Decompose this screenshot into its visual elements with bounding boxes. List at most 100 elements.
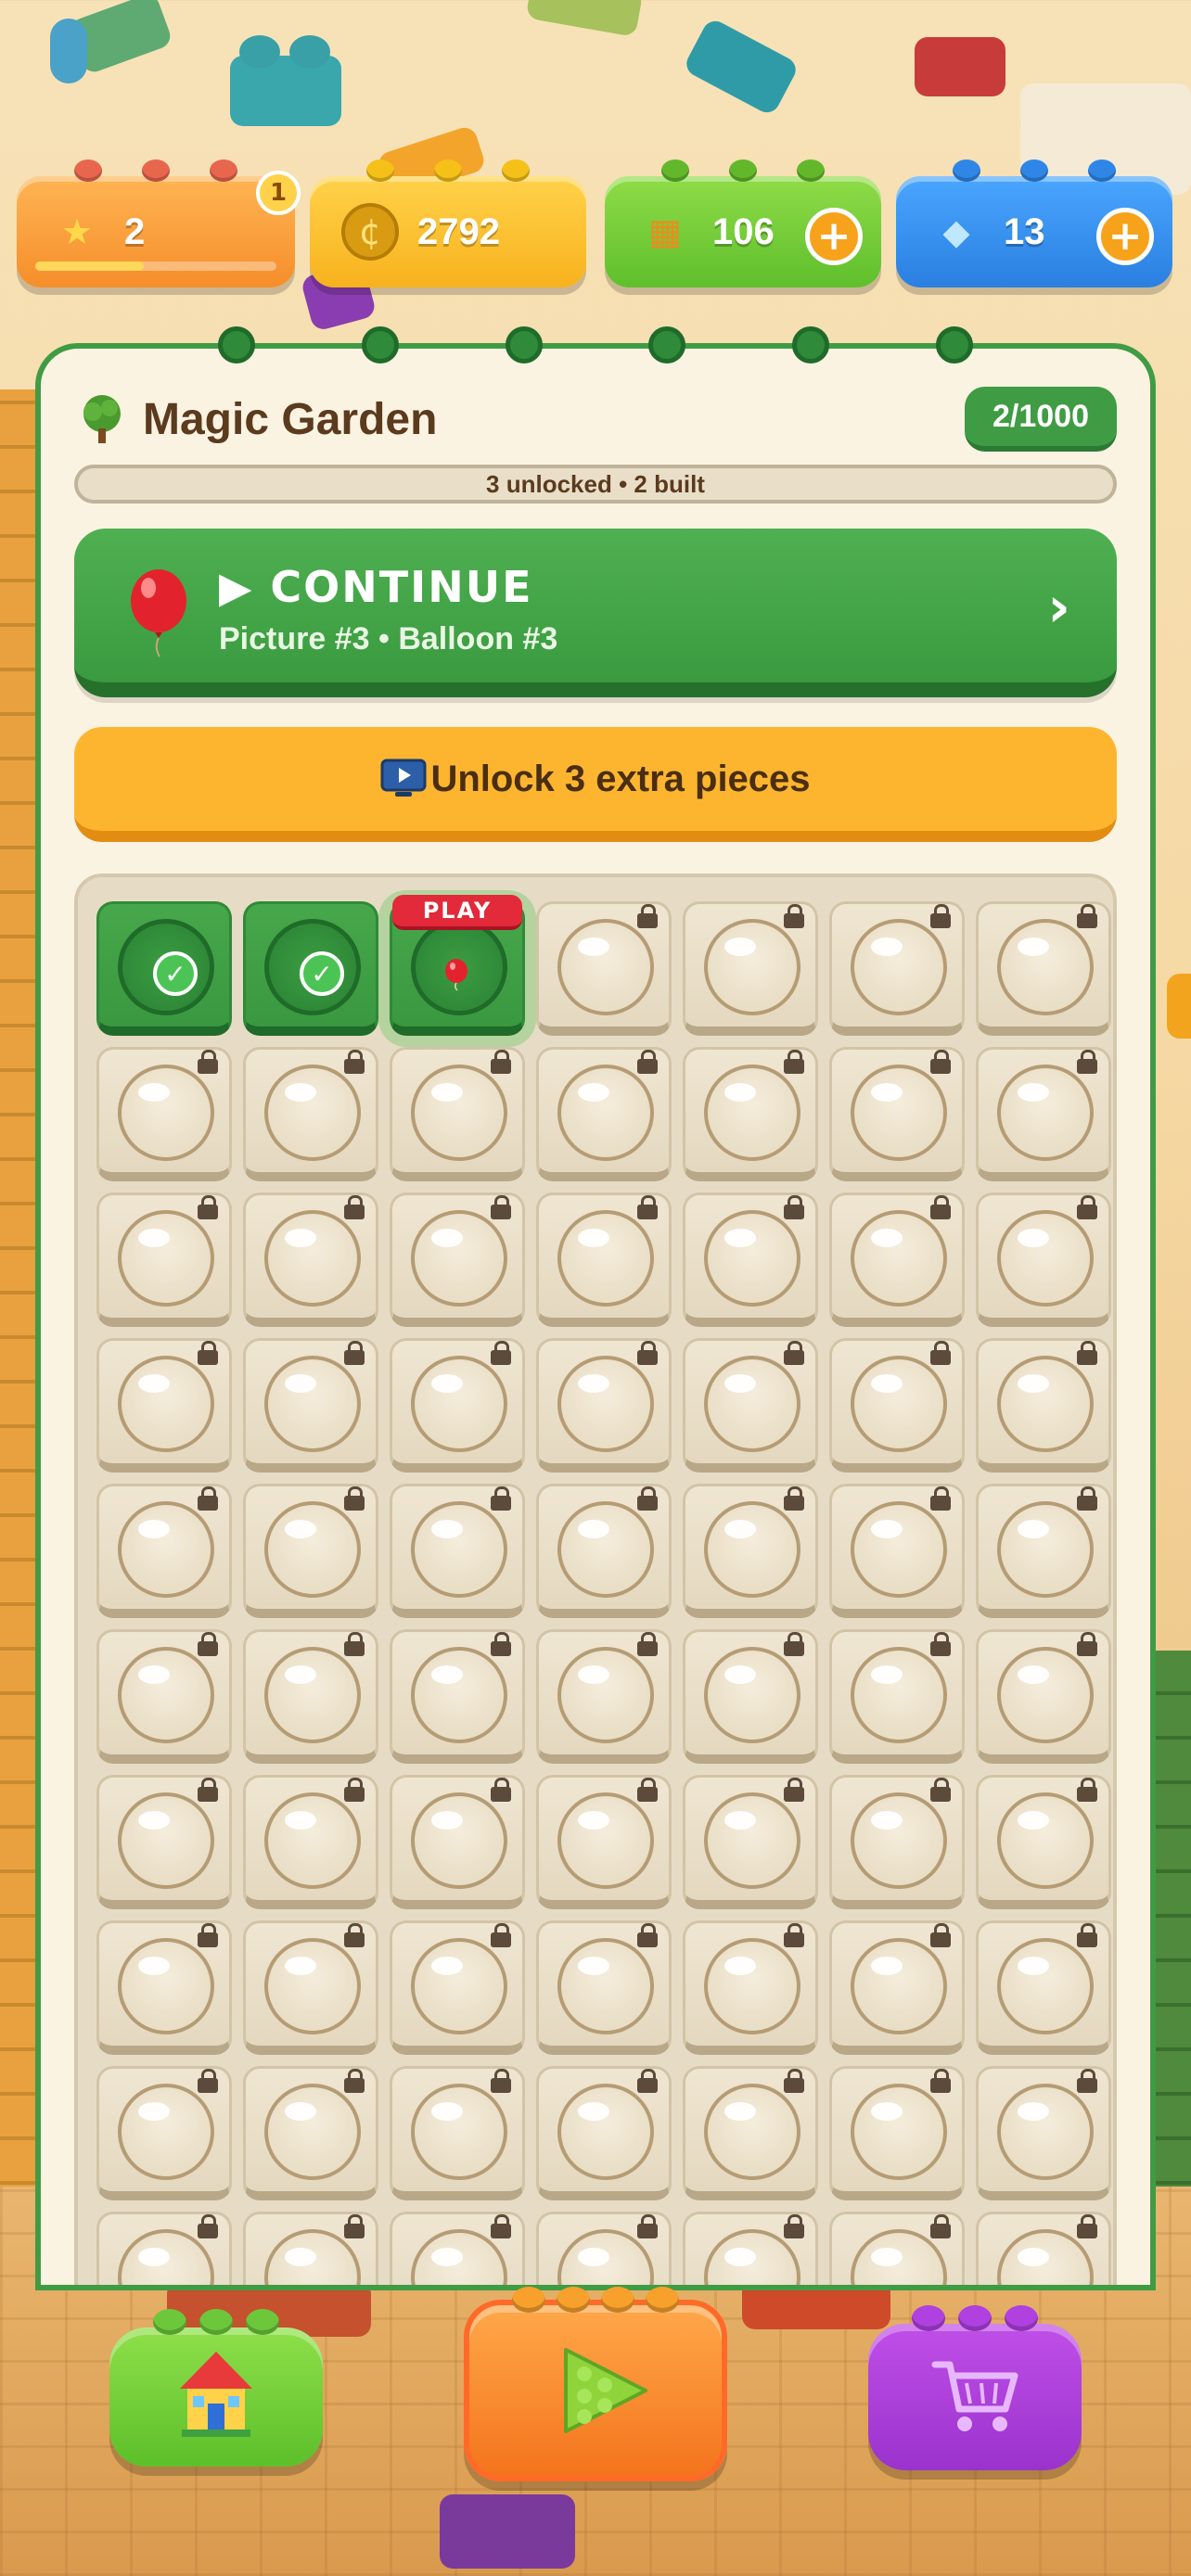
level-tile-locked[interactable] xyxy=(683,1775,818,1909)
level-tile-locked[interactable] xyxy=(976,1192,1111,1327)
unlock-extra-pieces-button[interactable]: Unlock 3 extra pieces xyxy=(74,727,1117,842)
level-tile-locked[interactable] xyxy=(536,1629,672,1764)
level-tile-completed[interactable]: ✓ xyxy=(243,901,378,1036)
tile-shine xyxy=(1018,2248,1049,2266)
level-tile-locked[interactable] xyxy=(976,1629,1111,1764)
gems-counter[interactable]: ◆ 13 + xyxy=(896,159,1172,287)
level-tile-locked[interactable] xyxy=(829,1192,965,1327)
brick-studs xyxy=(109,2309,323,2335)
level-tile-locked[interactable] xyxy=(243,2212,378,2285)
level-tile-locked[interactable] xyxy=(829,901,965,1036)
level-tile-locked[interactable] xyxy=(243,1629,378,1764)
level-tile-locked[interactable] xyxy=(390,1920,525,2055)
level-tile-locked[interactable] xyxy=(536,1775,672,1909)
level-tile-locked[interactable] xyxy=(829,1920,965,2055)
level-tile-locked[interactable] xyxy=(829,1484,965,1618)
level-tile-locked[interactable] xyxy=(243,2066,378,2200)
level-tile-locked[interactable] xyxy=(390,2212,525,2285)
level-tile-locked[interactable] xyxy=(829,1629,965,1764)
level-tile-locked[interactable] xyxy=(683,1192,818,1327)
level-tile-locked[interactable] xyxy=(243,1047,378,1181)
level-tile-locked[interactable] xyxy=(243,1484,378,1618)
level-tile-locked[interactable] xyxy=(829,1047,965,1181)
level-tile-locked[interactable] xyxy=(96,1629,232,1764)
stars-counter[interactable]: ★ 2 1 xyxy=(17,159,301,287)
tile-ring xyxy=(704,1210,800,1307)
level-tile-locked[interactable] xyxy=(96,1047,232,1181)
level-tile-locked[interactable] xyxy=(976,1338,1111,1473)
level-tile-locked[interactable] xyxy=(976,2066,1111,2200)
tile-ring xyxy=(411,1792,507,1889)
play-nav-button[interactable] xyxy=(464,2287,727,2481)
level-tile-locked[interactable] xyxy=(536,1192,672,1327)
bricks-counter[interactable]: ▦ 106 + xyxy=(605,159,881,287)
continue-button[interactable]: ▶ CONTINUE Picture #3 • Balloon #3 › xyxy=(74,529,1117,697)
level-tile-locked[interactable] xyxy=(976,1047,1111,1181)
page-title: Magic Garden xyxy=(143,394,438,444)
level-tile-locked[interactable] xyxy=(96,2212,232,2285)
level-tile-completed[interactable]: ✓ xyxy=(96,901,232,1036)
level-tile-locked[interactable] xyxy=(96,1920,232,2055)
level-tile-locked[interactable] xyxy=(243,1775,378,1909)
level-tile-locked[interactable] xyxy=(829,1338,965,1473)
add-gems-button[interactable]: + xyxy=(1096,208,1154,265)
tile-ring xyxy=(851,1938,947,2034)
coins-counter[interactable]: ¢ 2792 xyxy=(310,159,586,287)
level-grid-container[interactable]: ✓ ✓ PLAY xyxy=(74,874,1117,2285)
level-tile-locked[interactable] xyxy=(683,2066,818,2200)
level-tile-locked[interactable] xyxy=(683,901,818,1036)
tile-ring xyxy=(704,919,800,1015)
level-tile-locked[interactable] xyxy=(683,1338,818,1473)
tile-ring xyxy=(851,1647,947,1743)
level-tile-locked[interactable] xyxy=(96,1338,232,1473)
level-tile-locked[interactable] xyxy=(976,1484,1111,1618)
level-tile-locked[interactable] xyxy=(390,1192,525,1327)
level-tile-locked[interactable] xyxy=(683,2212,818,2285)
level-tile-locked[interactable] xyxy=(96,1775,232,1909)
level-tile-locked[interactable] xyxy=(536,1338,672,1473)
play-tag[interactable]: PLAY xyxy=(392,895,522,930)
add-bricks-button[interactable]: + xyxy=(805,208,863,265)
level-tile-locked[interactable] xyxy=(829,1775,965,1909)
level-tile-locked[interactable] xyxy=(976,901,1111,1036)
level-tile-locked[interactable] xyxy=(390,1484,525,1618)
level-tile-locked[interactable] xyxy=(390,1775,525,1909)
lock-icon xyxy=(930,1486,951,1511)
level-tile-locked[interactable] xyxy=(96,1192,232,1327)
level-tile-locked[interactable] xyxy=(536,1920,672,2055)
tile-ring: ✓ xyxy=(264,919,361,1015)
shop-nav-button[interactable] xyxy=(868,2305,1082,2470)
house-icon xyxy=(180,2352,252,2437)
level-tile-locked[interactable] xyxy=(683,1484,818,1618)
tile-shine xyxy=(578,2248,609,2266)
level-tile-locked[interactable] xyxy=(390,2066,525,2200)
level-tile-locked[interactable] xyxy=(536,2066,672,2200)
level-tile-locked[interactable] xyxy=(243,1192,378,1327)
level-tile-locked[interactable] xyxy=(536,1484,672,1618)
tile-shine xyxy=(871,1374,903,1393)
level-tile-locked[interactable] xyxy=(976,1775,1111,1909)
level-tile-locked[interactable] xyxy=(829,2066,965,2200)
level-tile-locked[interactable] xyxy=(96,1484,232,1618)
lock-icon xyxy=(491,1778,511,1802)
level-tile-locked[interactable] xyxy=(976,1920,1111,2055)
level-tile-locked[interactable] xyxy=(390,1047,525,1181)
home-nav-button[interactable] xyxy=(109,2309,323,2467)
level-tile-locked[interactable] xyxy=(96,2066,232,2200)
level-tile-locked[interactable] xyxy=(243,1920,378,2055)
level-tile-locked[interactable] xyxy=(390,1629,525,1764)
level-tile-locked[interactable] xyxy=(390,1338,525,1473)
level-tile-locked[interactable] xyxy=(829,2212,965,2285)
level-tile-locked[interactable] xyxy=(976,2212,1111,2285)
level-tile-current[interactable]: PLAY xyxy=(390,895,525,1036)
level-tile-locked[interactable] xyxy=(536,1047,672,1181)
level-tile-locked[interactable] xyxy=(536,2212,672,2285)
tile-ring xyxy=(557,919,654,1015)
level-tile-locked[interactable] xyxy=(243,1338,378,1473)
level-tile-locked[interactable] xyxy=(683,1047,818,1181)
level-tile-locked[interactable] xyxy=(683,1920,818,2055)
level-tile-locked[interactable] xyxy=(536,901,672,1036)
level-tile-locked[interactable] xyxy=(683,1629,818,1764)
lock-icon xyxy=(491,1923,511,1947)
tile-shine xyxy=(285,1957,316,1975)
